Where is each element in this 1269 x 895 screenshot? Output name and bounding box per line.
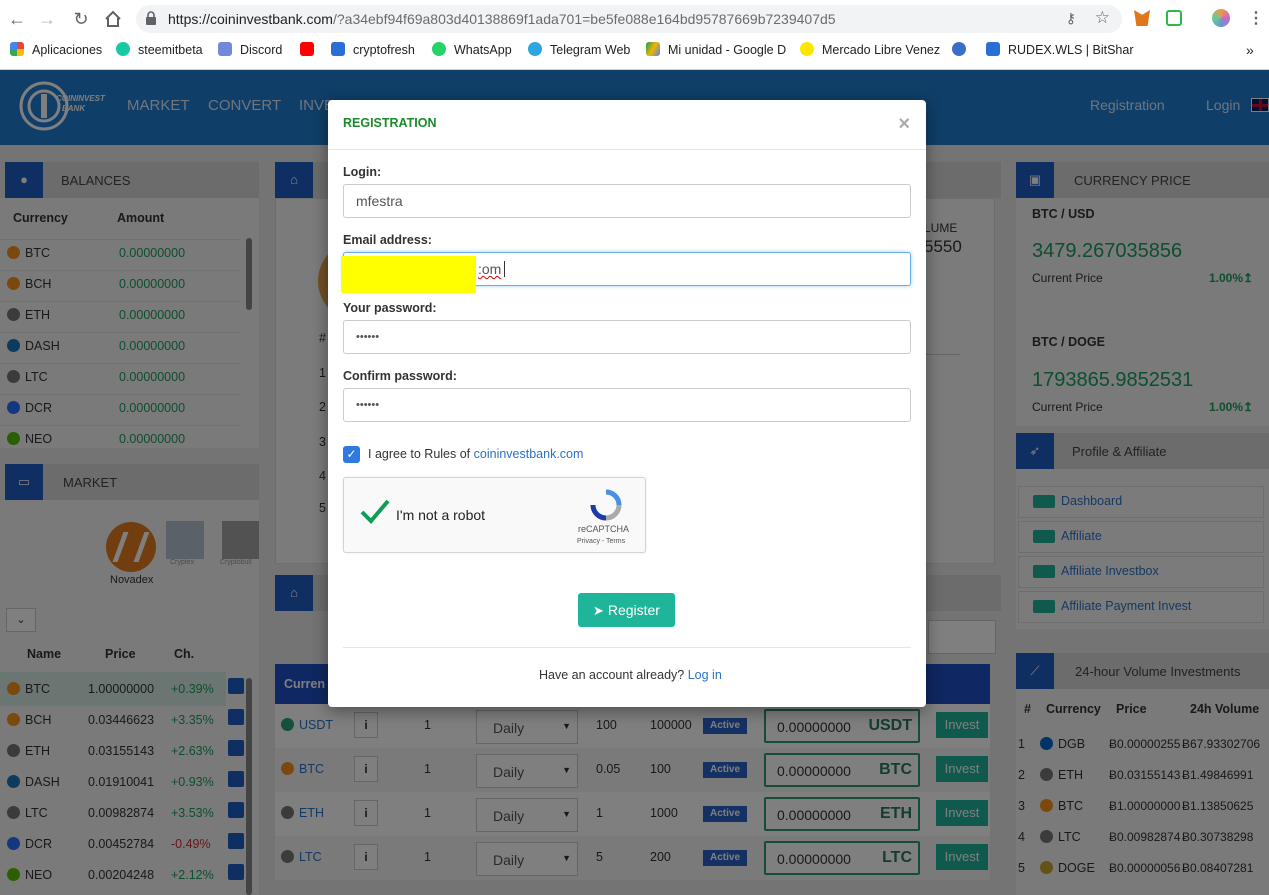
email-input[interactable]: :om: [341, 252, 911, 293]
rudex-icon: [986, 42, 1000, 56]
modal-title: REGISTRATION: [343, 116, 437, 130]
have-account-text: Have an account already?: [539, 668, 685, 682]
register-button[interactable]: ➤ Register: [578, 593, 675, 627]
bookmark-whatsapp[interactable]: WhatsApp: [432, 40, 512, 60]
login-link[interactable]: Log in: [688, 668, 722, 682]
email-value: :om: [478, 261, 502, 277]
bookmark-apps[interactable]: Aplicaciones: [10, 40, 102, 60]
key-icon[interactable]: ⚷: [1066, 10, 1076, 27]
steemit-icon: [116, 42, 130, 56]
register-label: Register: [607, 602, 660, 618]
globe-icon: [952, 42, 966, 56]
modal-divider: [343, 647, 911, 648]
bookmark-steemitbeta[interactable]: steemitbeta: [116, 40, 203, 60]
bookmark-discord[interactable]: Discord: [218, 40, 282, 60]
agree-checkbox[interactable]: ✓: [343, 446, 360, 463]
browser-menu-icon[interactable]: ⋮: [1248, 8, 1264, 28]
whatsapp-icon: [432, 42, 446, 56]
text-cursor: [504, 261, 505, 277]
reload-icon[interactable]: ↻: [70, 8, 92, 30]
recaptcha-logo-icon: [590, 489, 622, 521]
address-bar[interactable]: https://coininvestbank.com/?a34ebf94f69a…: [136, 5, 1122, 33]
password-label: Your password:: [343, 301, 437, 315]
back-arrow-icon[interactable]: ←: [6, 8, 28, 30]
agree-text: I agree to Rules of: [368, 447, 471, 461]
lock-icon: [146, 11, 156, 25]
password-input[interactable]: ••••••: [343, 320, 911, 354]
bookmark-youtube[interactable]: [300, 40, 322, 60]
checkmark-icon: [360, 499, 390, 524]
bookmark-star-icon[interactable]: ☆: [1095, 8, 1110, 28]
forward-arrow-icon[interactable]: →: [36, 8, 58, 30]
bookmark-rudex[interactable]: RUDEX.WLS | BitShar: [986, 40, 1134, 60]
captcha-links[interactable]: Privacy - Terms: [577, 538, 625, 545]
cryptofresh-icon: [331, 42, 345, 56]
bookmark-telegram[interactable]: Telegram Web: [528, 40, 630, 60]
metamask-extension-icon[interactable]: [1134, 10, 1150, 26]
home-icon[interactable]: [102, 8, 124, 30]
bookmark-cryptofresh[interactable]: cryptofresh: [331, 40, 415, 60]
modal-header: REGISTRATION ×: [328, 100, 926, 150]
rules-link[interactable]: coininvestbank.com: [474, 447, 584, 461]
agree-label: I agree to Rules of coininvestbank.com: [368, 447, 583, 461]
bookmarks-more[interactable]: »: [1246, 40, 1254, 60]
send-icon: ➤: [593, 603, 604, 618]
registration-modal: REGISTRATION × Login: mfestra Email addr…: [328, 100, 926, 707]
email-label: Email address:: [343, 233, 432, 247]
login-label: Login:: [343, 165, 382, 179]
bookmark-globe[interactable]: [952, 40, 974, 60]
bookmark-mercadolibre[interactable]: Mercado Libre Venez: [800, 40, 940, 60]
google-drive-icon: [646, 42, 660, 56]
url-text: https://coininvestbank.com/?a34ebf94f69a…: [168, 11, 836, 27]
extension-icon[interactable]: [1166, 10, 1182, 26]
telegram-icon: [528, 42, 542, 56]
apps-grid-icon: [10, 42, 24, 56]
recaptcha-widget[interactable]: I'm not a robot reCAPTCHA Privacy - Term…: [343, 477, 646, 553]
login-input[interactable]: mfestra: [343, 184, 911, 218]
redaction-box: [341, 256, 476, 293]
close-icon[interactable]: ×: [898, 113, 910, 136]
browser-chrome: ← → ↻ https://coininvestbank.com/?a34ebf…: [0, 0, 1269, 70]
confirm-password-label: Confirm password:: [343, 369, 457, 383]
profile-avatar[interactable]: [1212, 9, 1230, 27]
confirm-password-input[interactable]: ••••••: [343, 388, 911, 422]
captcha-brand: reCAPTCHA: [578, 524, 630, 534]
mercadolibre-icon: [800, 42, 814, 56]
bookmark-google-drive[interactable]: Mi unidad - Google D: [646, 40, 786, 60]
discord-icon: [218, 42, 232, 56]
youtube-icon: [300, 42, 314, 56]
captcha-text: I'm not a robot: [396, 507, 486, 523]
have-account-line: Have an account already? Log in: [539, 668, 722, 682]
